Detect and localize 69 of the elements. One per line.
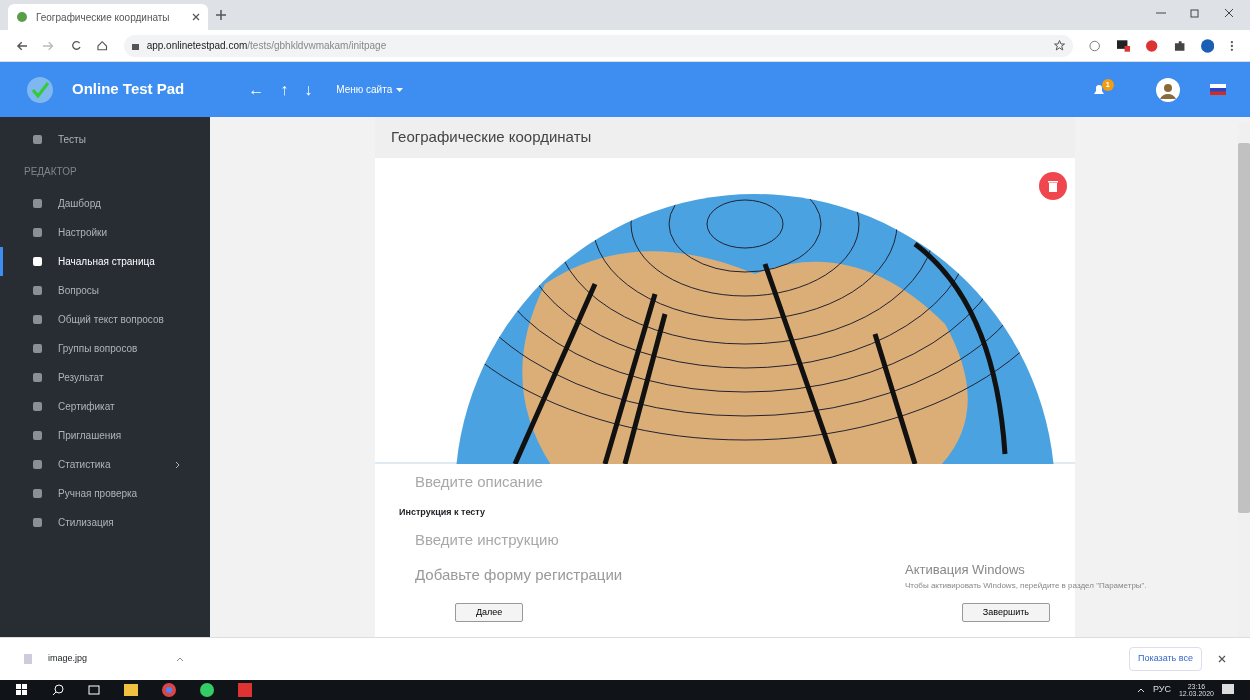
menu-item-icon [33,489,42,498]
file-icon [24,654,32,664]
tab-title: Географические координаты [36,10,171,25]
sidebar-item[interactable]: Группы вопросов [0,334,210,363]
close-icon[interactable] [192,13,200,21]
sidebar-heading: РЕДАКТОР [23,165,78,179]
sidebar-item[interactable]: Сертификат [0,392,210,421]
flag-icon[interactable] [1210,84,1226,95]
caret-icon [176,656,184,662]
menu-item-icon [33,402,42,411]
language-indicator[interactable]: РУС [1152,683,1171,697]
nav-button[interactable]: Далее [455,602,524,622]
notification-badge: 1 [1101,78,1114,91]
profile-icon[interactable] [1200,38,1215,53]
menu-item-icon [33,460,42,469]
chevron-up-icon[interactable] [1136,687,1145,693]
menu-item-icon [33,286,42,295]
task-view-icon[interactable] [88,684,100,696]
sidebar-item[interactable]: Настройки [0,218,210,247]
download-item[interactable]: image.jpg [24,652,184,666]
caret-icon [396,87,404,92]
menu-icon[interactable] [1230,39,1234,52]
sidebar-item[interactable]: Результат [0,363,210,392]
nav-button[interactable]: Завершить [961,602,1050,622]
browser-icon[interactable] [162,683,176,697]
browser-tab[interactable]: Географические координаты [8,4,208,30]
home-icon[interactable] [97,40,108,51]
instruction-label: Инструкция к тесту [398,506,486,519]
sidebar-item[interactable]: Вопросы [0,276,210,305]
star-icon[interactable] [1054,40,1066,51]
search-icon[interactable] [52,684,64,696]
plus-icon[interactable] [216,10,226,20]
sidebar-item[interactable]: Приглашения [0,421,210,450]
delete-button[interactable] [1039,171,1067,200]
close-icon[interactable] [1224,8,1234,18]
stop-icon[interactable] [1146,39,1158,52]
menu-item-icon [33,199,42,208]
page-title: Географические координаты [375,117,1075,158]
extension-icon[interactable] [1116,39,1131,52]
sidebar-item[interactable]: Тесты [0,125,210,154]
sidebar-item[interactable]: Статистика [0,450,210,479]
brand-name: Online Test Pad [72,79,185,100]
sidebar-item[interactable]: Дашборд [0,189,210,218]
back-icon[interactable] [16,40,28,51]
bell-icon [1091,82,1106,97]
activation-text: Чтобы активировать Windows, перейдите в раздел "Параметры". [905,579,1147,592]
activation-title: Активация Windows [905,561,1025,579]
menu-item-icon [33,135,42,144]
menu-item-icon [33,228,42,237]
reload-icon[interactable] [70,40,82,51]
menu-item-icon [33,257,42,266]
sidebar-item[interactable]: Общий текст вопросов [0,305,210,334]
sidebar-item[interactable]: Ручная проверка [0,479,210,508]
logo-icon [24,74,56,105]
menu-item-icon [33,373,42,382]
show-all-button[interactable]: Показать все [1129,647,1202,671]
lock-icon [131,41,139,50]
restore-icon[interactable] [1190,8,1200,18]
windows-icon[interactable] [16,684,28,696]
close-icon[interactable] [1218,655,1226,663]
menu-item-icon [33,344,42,353]
sidebar-item[interactable]: Стилизация [0,508,210,537]
trash-icon [1048,179,1058,192]
menu-item-icon [33,315,42,324]
menu-item-icon [33,431,42,440]
avatar-icon[interactable] [1156,77,1180,102]
menu-item-icon [33,518,42,527]
url-text: app.onlinetestpad.com/tests/gbhkldvwmakam/initpage [146,39,387,53]
address-bar[interactable]: app.onlinetestpad.com/tests/gbhkldvwmakam/initpage [123,34,1074,57]
